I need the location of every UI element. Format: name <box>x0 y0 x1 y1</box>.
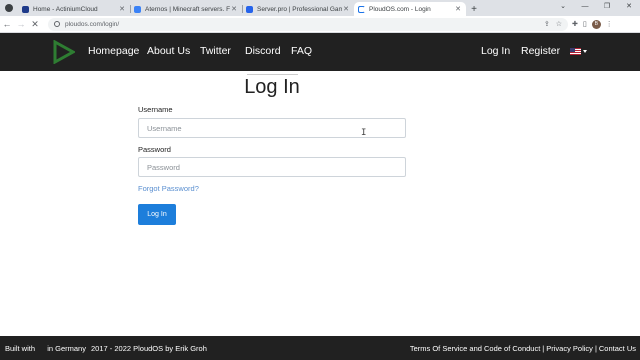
window-controls: ⌄ — ❐ ✕ <box>552 0 640 14</box>
tab-title: Aternos | Minecraft servers. Free <box>145 5 230 13</box>
nav-about-us[interactable]: About Us <box>147 45 190 57</box>
browser-menu-icon[interactable]: ⋮ <box>606 20 613 28</box>
stop-loading-icon[interactable]: ✕ <box>28 19 42 30</box>
restore-icon[interactable]: ❐ <box>596 0 618 14</box>
share-icon[interactable]: ⇪ <box>544 20 550 28</box>
back-arrow-icon[interactable]: ← <box>0 19 14 29</box>
privacy-policy-link[interactable]: Privacy Policy <box>546 344 593 353</box>
browser-tab-strip: Home - ActiniumCloud ✕ Aternos | Minecra… <box>0 0 640 16</box>
extensions-puzzle-icon[interactable]: ✚ <box>572 20 578 28</box>
close-window-icon[interactable]: ✕ <box>618 0 640 14</box>
url-bar[interactable]: ploudos.com/login/ ⇪ ☆ <box>48 17 568 31</box>
forward-arrow-icon[interactable]: → <box>14 19 28 29</box>
browser-tab-active[interactable]: PloudOS.com - Login ✕ <box>354 2 466 16</box>
terms-link[interactable]: Terms Of Service and Code of Conduct <box>410 344 540 353</box>
username-label: Username <box>138 105 173 114</box>
site-info-icon[interactable] <box>54 21 60 27</box>
nav-login[interactable]: Log In <box>481 45 510 57</box>
profile-avatar[interactable]: B <box>591 19 601 29</box>
footer-built-with: Built with in Germany <box>5 344 86 353</box>
tab-title: PloudOS.com - Login <box>369 5 431 13</box>
login-submit-button[interactable]: Log In <box>138 204 176 225</box>
actiniumcloud-favicon-icon <box>22 5 29 13</box>
in-germany-text: in Germany <box>47 344 86 353</box>
tab-title: Server.pro | Professional Game S <box>257 5 342 13</box>
address-bar-row: ← → ✕ ploudos.com/login/ ⇪ ☆ ✚ ▯ B ⋮ <box>0 16 640 33</box>
footer-copyright: 2017 - 2022 PloudOS by Erik Groh <box>91 344 207 353</box>
nav-homepage[interactable]: Homepage <box>88 45 139 57</box>
separator: | <box>594 344 597 353</box>
language-dropdown-caret-icon[interactable] <box>583 50 587 53</box>
contact-us-link[interactable]: Contact Us <box>599 344 636 353</box>
nav-faq[interactable]: FAQ <box>291 45 312 57</box>
bookmark-star-icon[interactable]: ☆ <box>556 20 562 28</box>
us-flag-icon[interactable] <box>570 48 581 55</box>
page-title: Log In <box>244 76 300 98</box>
loading-spinner-icon <box>358 5 365 13</box>
ploudos-logo-icon[interactable] <box>53 40 75 64</box>
nav-register[interactable]: Register <box>521 45 560 57</box>
footer-links: Terms Of Service and Code of Conduct | Pri… <box>410 344 636 353</box>
nav-twitter[interactable]: Twitter <box>200 45 231 57</box>
nav-discord[interactable]: Discord <box>245 45 281 57</box>
text-cursor-icon: I <box>361 128 367 138</box>
aternos-favicon-icon <box>134 5 141 13</box>
serverpro-favicon-icon <box>246 5 253 13</box>
close-tab-icon[interactable]: ✕ <box>230 5 238 13</box>
close-tab-icon[interactable]: ✕ <box>118 5 126 13</box>
chevron-down-icon[interactable]: ⌄ <box>552 0 574 14</box>
separator: | <box>542 344 545 353</box>
site-footer: Built with in Germany 2017 - 2022 PloudO… <box>0 336 640 360</box>
minimize-icon[interactable]: — <box>574 0 596 14</box>
password-input[interactable] <box>138 157 406 177</box>
browser-tab[interactable]: Home - ActiniumCloud ✕ <box>18 2 130 16</box>
close-tab-icon[interactable]: ✕ <box>454 5 462 13</box>
forgot-password-link[interactable]: Forgot Password? <box>138 184 199 193</box>
site-navbar: Homepage About Us Twitter Discord FAQ Lo… <box>0 33 640 71</box>
tab-search-icon[interactable] <box>0 0 18 16</box>
title-divider <box>247 74 298 75</box>
close-tab-icon[interactable]: ✕ <box>342 5 350 13</box>
password-label: Password <box>138 145 171 154</box>
browser-tab[interactable]: Server.pro | Professional Game S ✕ <box>242 2 354 16</box>
url-text[interactable]: ploudos.com/login/ <box>65 21 119 28</box>
side-panel-icon[interactable]: ▯ <box>583 20 587 28</box>
new-tab-button[interactable]: + <box>466 2 482 16</box>
browser-tab[interactable]: Aternos | Minecraft servers. Free ✕ <box>130 2 242 16</box>
tab-title: Home - ActiniumCloud <box>33 5 98 13</box>
built-with-text: Built with <box>5 344 36 353</box>
